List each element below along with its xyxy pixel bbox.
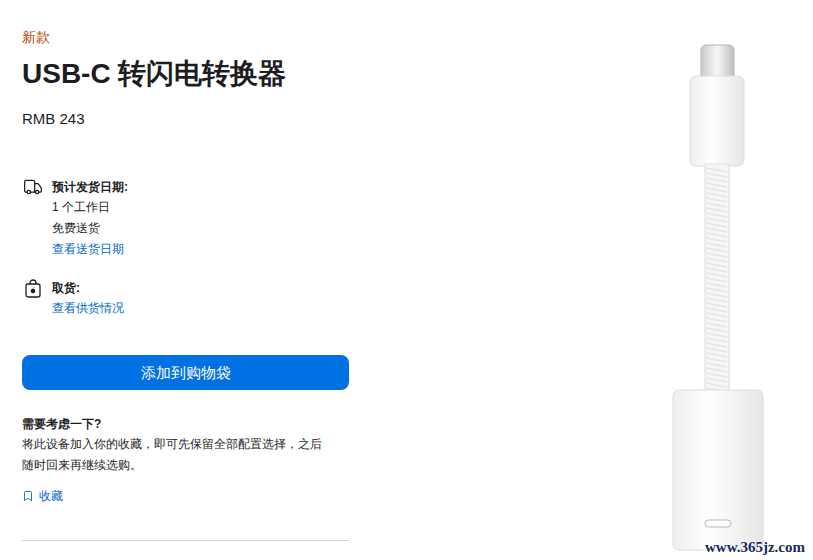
shopping-bag-icon: [25, 279, 41, 298]
save-title: 需要考虑一下?: [22, 414, 349, 434]
pickup-text: 取货:查看供货情况: [52, 278, 124, 319]
bag-icon-box: [22, 278, 44, 298]
delivery-date-link[interactable]: 查看送货日期: [52, 239, 128, 260]
save-description: 将此设备加入你的收藏，即可先保留全部配置选择，之后: [22, 434, 349, 455]
product-page: 新款USB-C 转闪电转换器RMB 243预计发货日期:1 个工作日免费送货查看…: [0, 0, 813, 560]
product-title: USB-C 转闪电转换器: [22, 58, 349, 90]
pickup-info: 取货:查看供货情况: [22, 278, 349, 319]
availability-link[interactable]: 查看供货情况: [52, 298, 124, 319]
truck-icon: [22, 177, 44, 197]
delivery-text: 预计发货日期:1 个工作日免费送货查看送货日期: [52, 177, 128, 260]
divider: [22, 540, 349, 541]
purchase-panel: 新款USB-C 转闪电转换器RMB 243预计发货日期:1 个工作日免费送货查看…: [0, 0, 349, 560]
delivery-line: 免费送货: [52, 218, 128, 239]
watermark: www.365jz.com: [705, 538, 805, 556]
favorite-link[interactable]: 收藏: [22, 486, 349, 506]
product-price: RMB 243: [22, 109, 349, 129]
save-description: 随时回来再继续选购。: [22, 455, 349, 476]
product-image-area: [665, 0, 775, 560]
delivery-line: 1 个工作日: [52, 197, 128, 218]
adapter-product-image: [665, 40, 775, 555]
new-badge: 新款: [22, 28, 349, 46]
bookmark-icon: [22, 490, 34, 502]
add-to-bag-button[interactable]: 添加到购物袋: [22, 355, 349, 390]
pickup-label: 取货:: [52, 278, 124, 298]
delivery-info: 预计发货日期:1 个工作日免费送货查看送货日期: [22, 177, 349, 260]
delivery-label: 预计发货日期:: [52, 177, 128, 197]
